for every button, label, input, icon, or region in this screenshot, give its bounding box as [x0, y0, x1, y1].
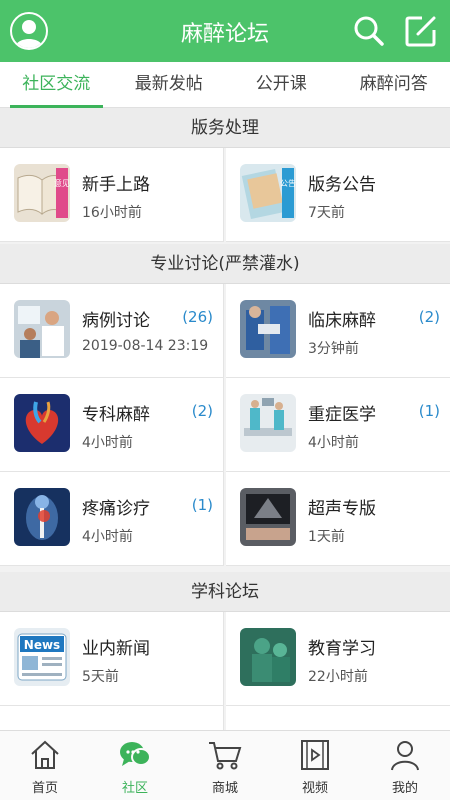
forum-time: 16小时前 — [82, 205, 142, 221]
cart-icon — [209, 742, 242, 770]
case-thumbnail — [14, 300, 70, 358]
forum-time: 4小时前 — [82, 529, 133, 545]
nav-label: 社区 — [121, 781, 148, 796]
section-header-subject: 学科论坛 — [0, 572, 450, 612]
forum-item-newbie[interactable]: 意见 新手上路 16小时前 — [0, 148, 224, 242]
thumb-label-right: 公告 — [280, 178, 296, 188]
person-icon — [391, 741, 419, 771]
thumb-news-label: News — [24, 638, 60, 652]
forum-name: 临床麻醉 — [308, 311, 376, 331]
forum-item-announcement[interactable]: 公告 版务公告 7天前 — [226, 148, 450, 242]
forum-item-pain-management[interactable]: 疼痛诊疗 4小时前 (1) — [0, 472, 224, 566]
forum-time: 4小时前 — [82, 435, 133, 451]
heart-thumbnail — [14, 394, 70, 452]
tab-community[interactable]: 社区交流 — [0, 62, 113, 108]
forum-item-ultrasound[interactable]: 超声专版 1天前 — [226, 472, 450, 566]
forum-time: 7天前 — [308, 205, 345, 221]
forum-count: (1) — [191, 496, 213, 514]
book-thumbnail: 意见 — [14, 164, 70, 222]
nav-label: 视频 — [301, 781, 328, 796]
tab-qa[interactable]: 麻醉问答 — [338, 62, 450, 107]
forum-time: 1天前 — [308, 529, 345, 545]
forum-time: 22小时前 — [308, 669, 368, 685]
forum-count: (2) — [191, 402, 213, 420]
forum-name: 病例讨论 — [82, 311, 150, 331]
forum-item-clinical-anesthesia[interactable]: 临床麻醉 3分钟前 (2) — [226, 284, 450, 378]
forum-time: 5天前 — [82, 669, 119, 685]
nav-community[interactable]: 社区 — [90, 731, 180, 800]
nav-label: 我的 — [391, 781, 418, 796]
home-icon — [31, 740, 59, 769]
nav-profile[interactable]: 我的 — [360, 731, 450, 800]
spine-thumbnail — [14, 488, 70, 546]
tab-open-course[interactable]: 公开课 — [225, 62, 338, 107]
forum-name: 版务公告 — [308, 175, 376, 195]
forum-count: (26) — [182, 308, 213, 326]
forum-count: (1) — [418, 402, 440, 420]
thumb-label-left: 意见 — [54, 178, 70, 188]
education-thumbnail — [240, 628, 296, 686]
bottom-nav: 首页 社区 商城 视频 我的 — [0, 730, 450, 800]
search-icon[interactable] — [352, 14, 386, 48]
forum-item-education[interactable]: 教育学习 22小时前 — [226, 612, 450, 706]
forum-item-case-discussion[interactable]: 病例讨论 2019-08-14 23:19 (26) — [0, 284, 224, 378]
forum-name: 业内新闻 — [82, 639, 150, 659]
forum-item-critical-care[interactable]: 重症医学 4小时前 (1) — [226, 378, 450, 472]
section-header-discussion: 专业讨论(严禁灌水) — [0, 244, 450, 284]
tab-latest-posts[interactable]: 最新发帖 — [113, 62, 226, 107]
nav-label: 首页 — [31, 781, 58, 796]
forum-name: 教育学习 — [308, 639, 376, 659]
notice-thumbnail: 公告 — [240, 164, 296, 222]
icu-thumbnail — [240, 394, 296, 452]
forum-item-industry-news[interactable]: News 业内新闻 5天前 — [0, 612, 224, 706]
ultrasound-thumbnail — [240, 488, 296, 546]
forum-item-partial[interactable] — [0, 706, 224, 730]
forum-item-specialty-anesthesia[interactable]: 专科麻醉 4小时前 (2) — [0, 378, 224, 472]
clinical-thumbnail — [240, 300, 296, 358]
forum-name: 超声专版 — [308, 499, 376, 519]
forum-name: 疼痛诊疗 — [82, 499, 150, 519]
forum-time: 3分钟前 — [308, 341, 359, 357]
forum-time: 4小时前 — [308, 435, 359, 451]
forum-item-partial[interactable] — [226, 706, 450, 730]
forum-name: 专科麻醉 — [82, 405, 150, 425]
nav-video[interactable]: 视频 — [270, 731, 360, 800]
forum-name: 重症医学 — [308, 405, 376, 425]
nav-home[interactable]: 首页 — [0, 731, 90, 800]
news-thumbnail: News — [14, 628, 70, 686]
forum-count: (2) — [418, 308, 440, 326]
nav-mall[interactable]: 商城 — [180, 731, 270, 800]
top-bar: 麻醉论坛 — [0, 0, 450, 62]
compose-icon[interactable] — [404, 14, 438, 48]
forum-time: 2019-08-14 23:19 — [82, 338, 209, 354]
chat-bubble-icon — [120, 742, 151, 766]
video-icon — [301, 740, 329, 770]
tab-bar: 社区交流 最新发帖 公开课 麻醉问答 — [0, 62, 450, 108]
nav-label: 商城 — [211, 781, 238, 796]
forum-name: 新手上路 — [82, 175, 150, 195]
section-header-admin: 版务处理 — [0, 108, 450, 148]
